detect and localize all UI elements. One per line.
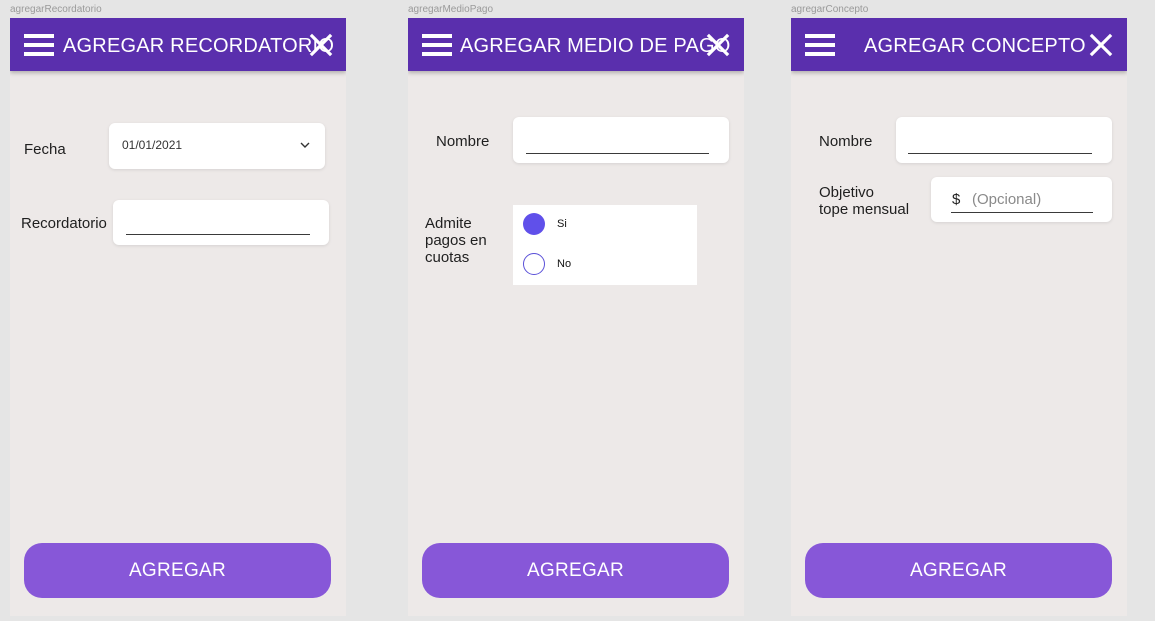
frame-label-agregar-concepto: agregarConcepto — [791, 4, 869, 15]
fecha-value: 01/01/2021 — [122, 138, 183, 152]
recordatorio-input[interactable] — [113, 200, 329, 245]
app-bar: AGREGAR RECORDATORIO — [10, 18, 346, 71]
radio-label-no: No — [557, 258, 572, 270]
agregar-button[interactable]: AGREGAR — [422, 543, 729, 598]
objetivo-label-line2: tope mensual — [819, 201, 910, 218]
close-icon[interactable] — [706, 33, 730, 57]
fecha-select[interactable]: 01/01/2021 — [109, 123, 325, 169]
close-icon[interactable] — [309, 33, 333, 57]
hamburger-icon[interactable] — [422, 34, 452, 56]
radio-label-si: Si — [557, 218, 567, 230]
input-underline — [951, 212, 1093, 213]
screen-agregar-recordatorio: AGREGAR RECORDATORIO Fecha 01/01/2021 Re… — [10, 18, 346, 616]
agregar-button[interactable]: AGREGAR — [24, 543, 331, 598]
screen-agregar-concepto: AGREGAR CONCEPTO Nombre Objetivo tope me… — [791, 18, 1127, 616]
radio-option-no[interactable]: No — [523, 253, 603, 275]
recordatorio-label: Recordatorio — [21, 215, 107, 232]
hamburger-icon[interactable] — [24, 34, 54, 56]
cuotas-radio-group: Si No — [513, 205, 697, 285]
page-title: AGREGAR MEDIO DE PAGO — [460, 35, 731, 57]
chevron-down-icon — [300, 142, 310, 148]
currency-prefix: $ — [952, 191, 961, 208]
agregar-button[interactable]: AGREGAR — [805, 543, 1112, 598]
objetivo-placeholder: (Opcional) — [972, 191, 1042, 208]
app-bar: AGREGAR CONCEPTO — [791, 18, 1127, 71]
page-title: AGREGAR CONCEPTO — [864, 35, 1086, 57]
nombre-input[interactable] — [513, 117, 729, 163]
radio-unselected-icon — [523, 253, 545, 275]
radio-option-si[interactable]: Si — [523, 213, 603, 235]
cuotas-label-line3: cuotas — [425, 249, 470, 266]
fecha-label: Fecha — [24, 141, 66, 158]
objetivo-label-line1: Objetivo — [819, 184, 875, 201]
frame-label-agregar-recordatorio: agregarRecordatorio — [10, 4, 102, 15]
radio-selected-icon — [523, 213, 545, 235]
nombre-input[interactable] — [896, 117, 1112, 163]
nombre-label: Nombre — [819, 133, 873, 150]
objetivo-input[interactable]: $ (Opcional) — [931, 177, 1112, 222]
nombre-label: Nombre — [436, 133, 490, 150]
frame-label-agregar-medio-pago: agregarMedioPago — [408, 4, 494, 15]
input-underline — [908, 153, 1092, 154]
cuotas-label-line1: Admite — [425, 215, 472, 232]
input-underline — [126, 234, 310, 235]
input-underline — [526, 153, 709, 154]
hamburger-icon[interactable] — [805, 34, 835, 56]
screen-agregar-medio-pago: AGREGAR MEDIO DE PAGO Nombre Admite pago… — [408, 18, 744, 616]
app-bar: AGREGAR MEDIO DE PAGO — [408, 18, 744, 71]
cuotas-label-line2: pagos en — [425, 232, 487, 249]
page-title: AGREGAR RECORDATORIO — [63, 35, 335, 57]
close-icon[interactable] — [1089, 33, 1113, 57]
